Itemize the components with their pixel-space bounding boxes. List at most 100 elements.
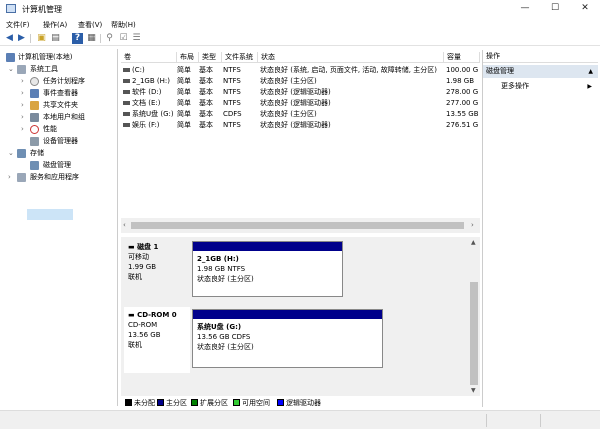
menu-file[interactable]: 文件(F) xyxy=(6,20,30,30)
cell-fs: NTFS xyxy=(223,77,241,85)
legend-label: 逻辑驱动器 xyxy=(286,399,321,407)
legend: 未分配 主分区 扩展分区 可用空间 逻辑驱动器 xyxy=(121,398,480,409)
tree-item-performance[interactable]: › 性能 xyxy=(0,124,118,135)
partition-h[interactable]: 2_1GB (H:) 1.98 GB NTFS 状态良好 (主分区) xyxy=(192,241,343,297)
tree-item-task-scheduler[interactable]: › 任务计划程序 xyxy=(0,76,118,87)
tree-item-device-manager[interactable]: 设备管理器 xyxy=(0,136,118,147)
tree-item-system-tools[interactable]: ⌄ 系统工具 xyxy=(0,64,118,75)
partition-label: 2_1GB (H:) xyxy=(197,255,239,263)
cell-layout: 简单 xyxy=(177,66,191,74)
services-icon xyxy=(17,173,26,182)
column-header-capacity[interactable]: 容量 xyxy=(444,52,480,63)
column-header-layout[interactable]: 布局 xyxy=(177,52,199,63)
cell-status: 状态良好 (逻辑驱动器) xyxy=(260,99,331,107)
column-header-volume[interactable]: 卷 xyxy=(121,52,177,63)
close-button[interactable]: ✕ xyxy=(570,0,600,18)
tree-label: 任务计划程序 xyxy=(43,77,85,85)
users-icon xyxy=(30,113,39,122)
tree-item-storage[interactable]: ⌄ 存储 xyxy=(0,148,118,159)
drive-icon xyxy=(123,101,130,105)
disk-name: CD-ROM 0 xyxy=(137,311,177,319)
disk-size: 1.99 GB xyxy=(128,263,157,271)
disk-label-cdrom[interactable]: ▬ CD-ROM 0 CD-ROM 13.56 GB 联机 xyxy=(124,307,190,373)
cell-capacity: 13.55 GB xyxy=(446,110,479,118)
tree-item-services-apps[interactable]: › 服务和应用程序 xyxy=(0,172,118,183)
chevron-right-icon[interactable]: › xyxy=(21,124,24,135)
column-header-type[interactable]: 类型 xyxy=(199,52,222,63)
cell-capacity: 1.98 GB xyxy=(446,77,475,85)
back-icon[interactable]: ◀ xyxy=(4,33,15,44)
show-hide-tree-icon[interactable]: ▤ xyxy=(50,33,61,44)
cdrom-icon: ▬ xyxy=(128,311,135,319)
partition-g[interactable]: 系统U盘 (G:) 13.56 GB CDFS 状态良好 (主分区) xyxy=(192,309,383,368)
tree-item-disk-management[interactable]: 磁盘管理 xyxy=(0,160,118,171)
tree-label: 事件查看器 xyxy=(43,89,78,97)
chevron-right-icon[interactable]: › xyxy=(21,112,24,123)
chevron-down-icon[interactable]: ⌄ xyxy=(8,148,14,159)
tree-item-event-viewer[interactable]: › 事件查看器 xyxy=(0,88,118,99)
column-header-status[interactable]: 状态 xyxy=(258,52,444,63)
cell-type: 基本 xyxy=(199,99,213,107)
maximize-button[interactable]: ☐ xyxy=(540,0,570,18)
menu-view[interactable]: 查看(V) xyxy=(78,20,102,30)
disk-state: 联机 xyxy=(128,273,142,281)
chevron-right-icon[interactable]: › xyxy=(8,172,11,183)
actions-section-label: 磁盘管理 xyxy=(486,67,514,75)
chevron-right-icon[interactable]: › xyxy=(21,76,24,87)
disk-kind: CD-ROM xyxy=(128,321,158,329)
help-icon[interactable]: ? xyxy=(72,33,83,44)
properties-icon[interactable]: ▦ xyxy=(86,33,97,44)
cell-capacity: 100.00 G xyxy=(446,66,479,74)
horizontal-scroll-thumb[interactable] xyxy=(131,222,464,229)
scroll-up-icon[interactable]: ▲ xyxy=(471,239,476,246)
connect-icon[interactable]: ⚲ xyxy=(104,33,115,44)
primary-partition-bar xyxy=(193,310,382,319)
collapse-icon[interactable]: ▲ xyxy=(588,65,593,78)
tree-label: 性能 xyxy=(43,125,57,133)
more-actions-item[interactable]: 更多操作 ▶ xyxy=(483,80,598,93)
cell-status: 状态良好 (主分区) xyxy=(260,77,317,85)
partition-status: 状态良好 (主分区) xyxy=(197,275,254,283)
menu-action[interactable]: 操作(A) xyxy=(43,20,67,30)
disk-label-1[interactable]: ▬ 磁盘 1 可移动 1.99 GB 联机 xyxy=(124,239,190,305)
scroll-down-icon[interactable]: ▼ xyxy=(471,387,476,394)
chevron-right-icon[interactable]: › xyxy=(21,100,24,111)
chevron-down-icon[interactable]: ⌄ xyxy=(8,64,14,75)
tree-selection-highlight xyxy=(27,209,73,220)
cell-fs: NTFS xyxy=(223,66,241,74)
actions-pane: 操作 磁盘管理 ▲ 更多操作 ▶ xyxy=(482,50,598,407)
cell-layout: 简单 xyxy=(177,121,191,129)
forward-icon[interactable]: ▶ xyxy=(16,33,27,44)
list-view-icon[interactable]: ☰ xyxy=(131,33,142,44)
drive-icon xyxy=(123,68,130,72)
up-folder-icon[interactable]: ▣ xyxy=(36,33,47,44)
minimize-button[interactable]: — xyxy=(510,0,540,18)
scroll-left-icon[interactable]: ‹ xyxy=(123,221,126,229)
status-divider xyxy=(540,414,541,427)
cell-capacity: 276.51 G xyxy=(446,121,479,129)
column-header-filesystem[interactable]: 文件系统 xyxy=(222,52,258,63)
tree-item-local-users[interactable]: › 本地用户和组 xyxy=(0,112,118,123)
legend-label: 扩展分区 xyxy=(200,399,228,407)
legend-swatch-logical xyxy=(277,399,284,406)
cell-layout: 简单 xyxy=(177,88,191,96)
vertical-scroll-thumb[interactable] xyxy=(470,282,478,385)
cell-type: 基本 xyxy=(199,88,213,96)
scroll-right-icon[interactable]: › xyxy=(471,221,474,229)
cell-fs: CDFS xyxy=(223,110,242,118)
cell-layout: 简单 xyxy=(177,99,191,107)
check-icon[interactable]: ☑ xyxy=(118,33,129,44)
tree-label: 本地用户和组 xyxy=(43,113,85,121)
tree-item-root[interactable]: 计算机管理(本地) xyxy=(0,52,118,63)
tree-label: 共享文件夹 xyxy=(43,101,78,109)
actions-section-disk-management[interactable]: 磁盘管理 ▲ xyxy=(483,65,598,78)
toolbar-separator xyxy=(30,34,31,43)
tree-item-shared-folders[interactable]: › 共享文件夹 xyxy=(0,100,118,111)
legend-swatch-primary xyxy=(157,399,164,406)
cell-status: 状态良好 (主分区) xyxy=(260,110,317,118)
tree-label: 服务和应用程序 xyxy=(30,173,79,181)
chevron-right-icon[interactable]: › xyxy=(21,88,24,99)
actions-header: 操作 xyxy=(483,50,598,63)
disk-name: 磁盘 1 xyxy=(137,243,159,251)
menu-help[interactable]: 帮助(H) xyxy=(111,20,136,30)
